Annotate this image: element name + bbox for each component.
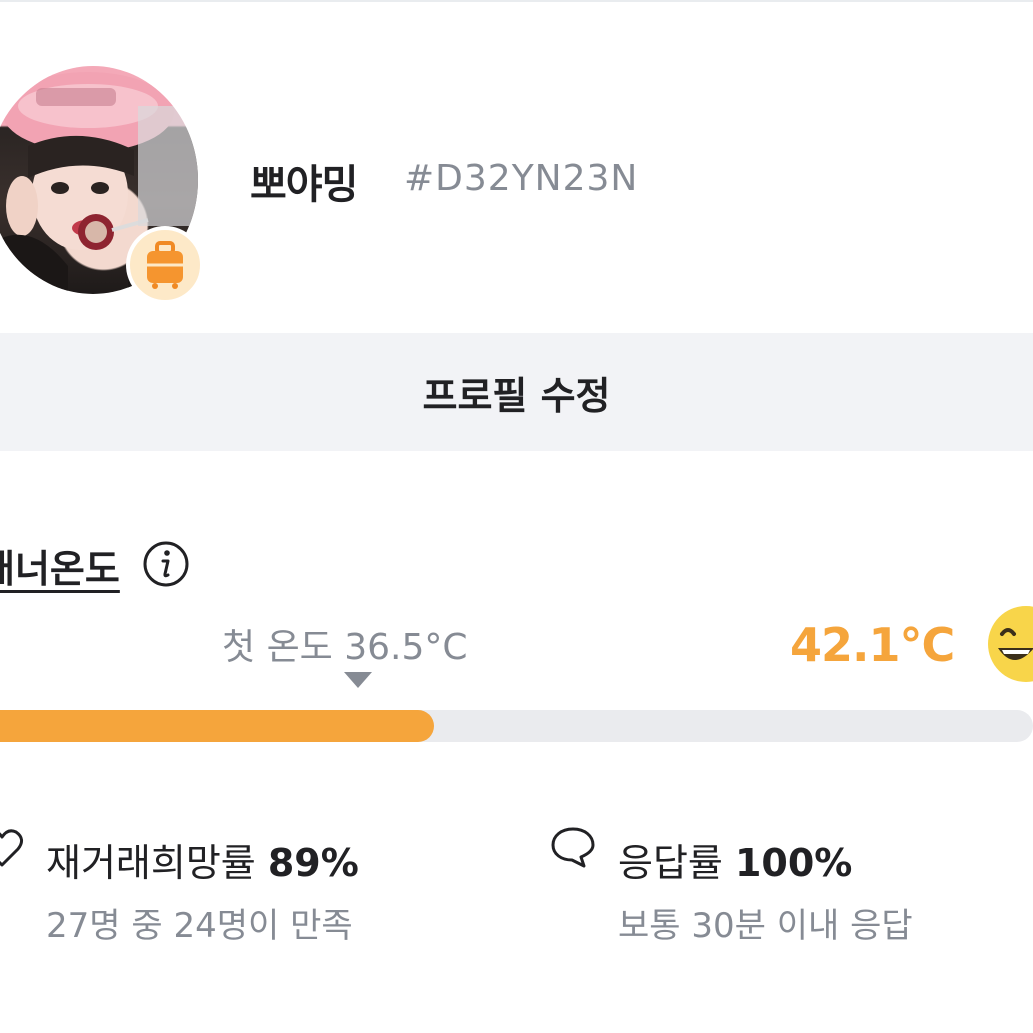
profile-avatar-area[interactable] <box>0 66 204 304</box>
current-temp-value: 42.1°C <box>790 618 955 672</box>
first-temp-label: 첫 온도 36.5°C <box>222 627 468 668</box>
response-rate-sub: 보통 30분 이내 응답 <box>618 906 913 946</box>
suitcase-icon <box>147 241 183 289</box>
manner-temp-title[interactable]: 매너온도 <box>0 538 120 593</box>
response-rate-label: 응답률 100% <box>618 832 852 887</box>
chat-bubble-icon <box>551 827 595 868</box>
top-divider <box>0 0 1033 2</box>
laughing-face-icon <box>988 606 1033 682</box>
rebuy-rate-label: 재거래희망률 89% <box>46 832 359 887</box>
suitcase-badge <box>126 226 204 304</box>
info-icon[interactable] <box>142 540 190 588</box>
response-rate-value: 100% <box>734 841 853 885</box>
edit-profile-button[interactable]: 프로필 수정 <box>0 333 1033 451</box>
manner-temp-bar <box>0 710 1033 742</box>
heart-icon <box>0 829 23 867</box>
manner-temp-bar-fill <box>0 710 434 742</box>
response-rate-title: 응답률 <box>618 841 723 885</box>
rebuy-rate-sub: 27명 중 24명이 만족 <box>46 906 353 946</box>
first-temp-marker <box>344 672 372 688</box>
rebuy-rate-title: 재거래희망률 <box>46 841 256 885</box>
user-id: #D32YN23N <box>404 158 639 199</box>
nickname: 뽀야밍 <box>250 162 358 208</box>
rebuy-rate-value: 89% <box>267 841 359 885</box>
